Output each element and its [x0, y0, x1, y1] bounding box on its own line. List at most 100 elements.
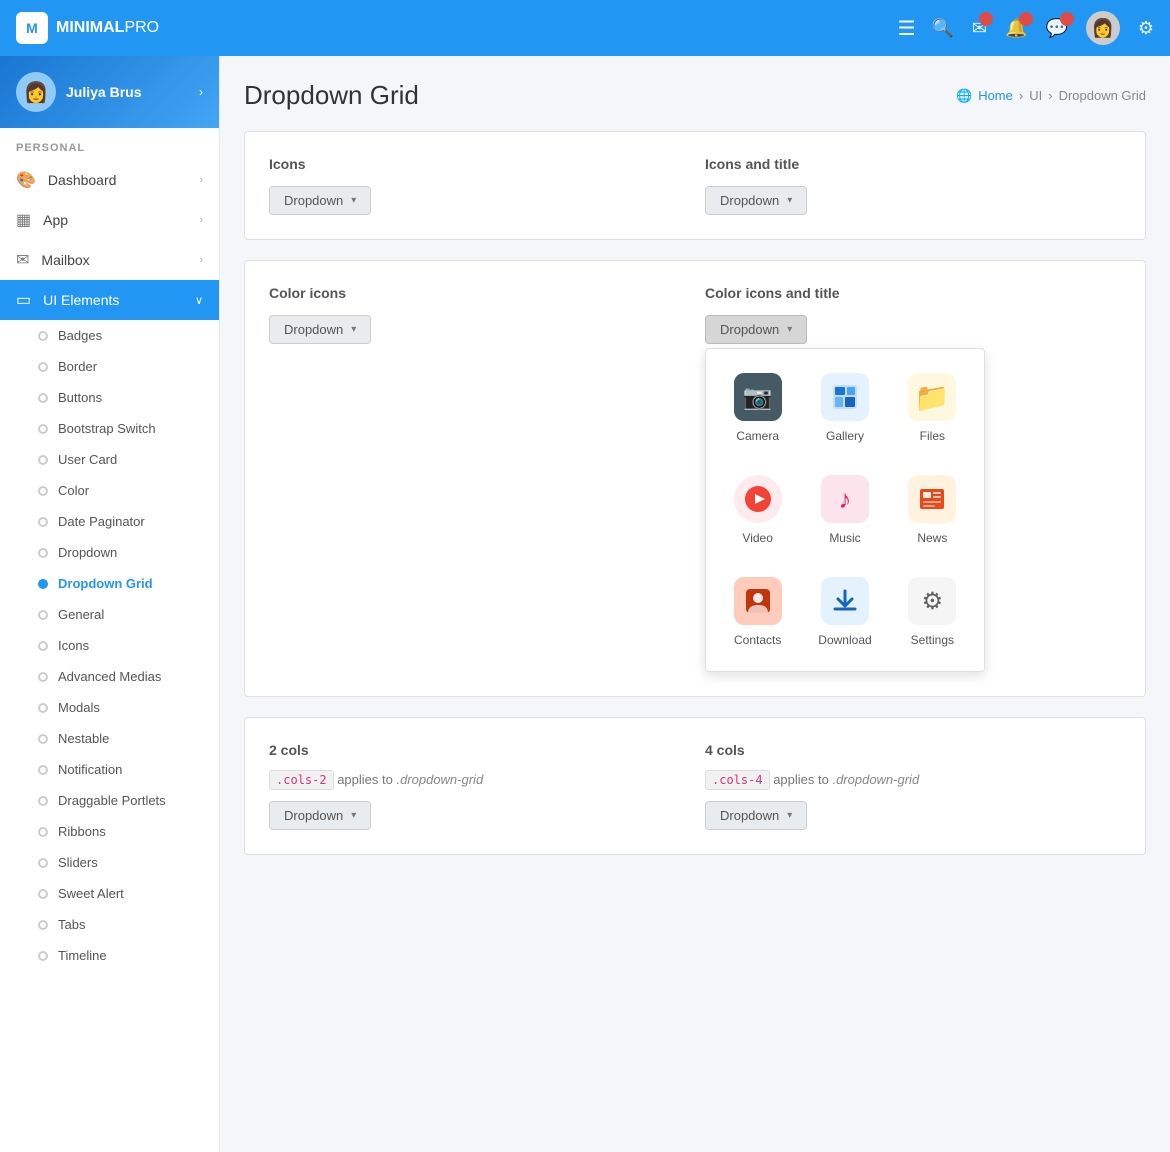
sidebar-subitem-icons[interactable]: Icons — [0, 630, 219, 661]
sidebar-subitem-nestable[interactable]: Nestable — [0, 723, 219, 754]
sidebar-item-ui-elements[interactable]: ▭ UI Elements ∨ — [0, 280, 219, 320]
sidebar: 👩 Juliya Brus › PERSONAL 🎨 Dashboard › ▦… — [0, 56, 220, 1152]
navbar: M MINIMALPRO ☰ 🔍 ✉ 🔔 💬 👩 ⚙ — [0, 0, 1170, 56]
video-icon — [734, 475, 782, 523]
dropdown-color-icons-label: Dropdown — [284, 322, 343, 337]
grid-item-video[interactable]: Video — [718, 463, 797, 557]
ui-elements-icon: ▭ — [16, 290, 31, 310]
dropdown-4cols-button[interactable]: Dropdown ▾ — [705, 801, 807, 830]
subitem-label: Timeline — [58, 948, 107, 963]
sidebar-subitem-sweet-alert[interactable]: Sweet Alert — [0, 878, 219, 909]
search-button[interactable]: 🔍 — [932, 18, 954, 39]
subitem-label: Date Paginator — [58, 514, 145, 529]
sidebar-item-dashboard[interactable]: 🎨 Dashboard › — [0, 160, 219, 200]
grid-item-contacts[interactable]: Contacts — [718, 565, 797, 659]
settings-icon: ⚙ — [908, 577, 956, 625]
sub-dot-icon — [38, 765, 48, 775]
mail-button[interactable]: ✉ — [972, 18, 987, 39]
dropdown-icons-title-button[interactable]: Dropdown ▾ — [705, 186, 807, 215]
chat-button[interactable]: 💬 — [1045, 18, 1067, 39]
sidebar-subitem-buttons[interactable]: Buttons — [0, 382, 219, 413]
subitem-label: Buttons — [58, 390, 102, 405]
sidebar-subitem-color[interactable]: Color — [0, 475, 219, 506]
dropdown-4cols-label: Dropdown — [720, 808, 779, 823]
dashboard-icon: 🎨 — [16, 170, 36, 190]
music-icon: ♪ — [821, 475, 869, 523]
subitem-label: Icons — [58, 638, 89, 653]
sidebar-item-mailbox[interactable]: ✉ Mailbox › — [0, 240, 219, 280]
mail-icon: ✉ — [16, 250, 29, 270]
sidebar-subitem-general[interactable]: General — [0, 599, 219, 630]
bell-badge — [1019, 12, 1033, 26]
dropdown-color-icons-button[interactable]: Dropdown ▾ — [269, 315, 371, 344]
app-icon: ▦ — [16, 210, 31, 230]
subitem-label: Modals — [58, 700, 100, 715]
sidebar-subitem-date-paginator[interactable]: Date Paginator — [0, 506, 219, 537]
grid-item-files[interactable]: 📁 Files — [893, 361, 972, 455]
dropdown-color-icons-title-button[interactable]: Dropdown ▾ — [705, 315, 807, 344]
sidebar-subitem-notification[interactable]: Notification — [0, 754, 219, 785]
sidebar-item-label: UI Elements — [43, 292, 119, 308]
dropdown-2cols-button[interactable]: Dropdown ▾ — [269, 801, 371, 830]
card-row3: 2 cols .cols-2 applies to .dropdown-grid… — [244, 717, 1146, 855]
user-chevron-icon: › — [199, 85, 203, 99]
grid-item-music[interactable]: ♪ Music — [805, 463, 884, 557]
grid-item-gallery-label: Gallery — [826, 429, 864, 443]
sub-dot-icon — [38, 486, 48, 496]
sidebar-subitem-border[interactable]: Border — [0, 351, 219, 382]
user-name: Juliya Brus — [66, 84, 141, 100]
files-icon: 📁 — [908, 373, 956, 421]
sidebar-item-app[interactable]: ▦ App › — [0, 200, 219, 240]
sidebar-subitem-bootstrap-switch[interactable]: Bootstrap Switch — [0, 413, 219, 444]
grid-item-settings-label: Settings — [911, 633, 954, 647]
sidebar-subitem-timeline[interactable]: Timeline — [0, 940, 219, 971]
sidebar-subitem-dropdown-grid[interactable]: Dropdown Grid — [0, 568, 219, 599]
main-content: Dropdown Grid 🌐 Home › UI › Dropdown Gri… — [220, 56, 1170, 1152]
page-title: Dropdown Grid — [244, 80, 419, 111]
sidebar-subitem-tabs[interactable]: Tabs — [0, 909, 219, 940]
section-label: PERSONAL — [0, 128, 219, 160]
camera-icon: 📷 — [734, 373, 782, 421]
hamburger-button[interactable]: ☰ — [898, 16, 916, 41]
sidebar-subitem-user-card[interactable]: User Card — [0, 444, 219, 475]
sidebar-subitem-draggable-portlets[interactable]: Draggable Portlets — [0, 785, 219, 816]
sidebar-subitem-badges[interactable]: Badges — [0, 320, 219, 351]
bell-button[interactable]: 🔔 — [1005, 18, 1027, 39]
dropdown-caret-icon: ▾ — [787, 810, 792, 821]
sidebar-subitem-dropdown[interactable]: Dropdown — [0, 537, 219, 568]
dropdown-color-icons-title-label: Dropdown — [720, 322, 779, 337]
card-row2: Color icons Dropdown ▾ Color icons and t… — [244, 260, 1146, 697]
dropdown-caret-icon: ▾ — [351, 324, 356, 335]
grid-item-settings[interactable]: ⚙ Settings — [893, 565, 972, 659]
subitem-label: Advanced Medias — [58, 669, 161, 684]
subitem-label: Sliders — [58, 855, 98, 870]
sidebar-subitem-sliders[interactable]: Sliders — [0, 847, 219, 878]
2cols-applies-class: .dropdown-grid — [396, 772, 483, 787]
sidebar-subitem-advanced-medias[interactable]: Advanced Medias — [0, 661, 219, 692]
news-icon — [908, 475, 956, 523]
chevron-right-icon: › — [199, 174, 203, 186]
grid-item-download[interactable]: Download — [805, 565, 884, 659]
chevron-right-icon: › — [199, 254, 203, 266]
grid-item-news[interactable]: News — [893, 463, 972, 557]
breadcrumb: 🌐 Home › UI › Dropdown Grid — [956, 88, 1146, 104]
section-icons-title: Icons — [269, 156, 685, 172]
avatar[interactable]: 👩 — [1086, 11, 1120, 45]
subitem-label: Dropdown — [58, 545, 117, 560]
grid-item-contacts-label: Contacts — [734, 633, 781, 647]
sub-dot-icon — [38, 858, 48, 868]
sidebar-subitem-modals[interactable]: Modals — [0, 692, 219, 723]
breadcrumb-home[interactable]: Home — [978, 88, 1013, 103]
sidebar-user[interactable]: 👩 Juliya Brus › — [0, 56, 219, 128]
grid-item-camera-label: Camera — [736, 429, 779, 443]
sidebar-subitem-ribbons[interactable]: Ribbons — [0, 816, 219, 847]
4cols-badge: .cols-4 — [705, 770, 770, 790]
grid-item-files-label: Files — [920, 429, 945, 443]
settings-button[interactable]: ⚙ — [1138, 18, 1154, 39]
grid-item-camera[interactable]: 📷 Camera — [718, 361, 797, 455]
dropdown-icons-button[interactable]: Dropdown ▾ — [269, 186, 371, 215]
grid-item-gallery[interactable]: Gallery — [805, 361, 884, 455]
subitem-label: Sweet Alert — [58, 886, 124, 901]
dropdown-2cols-label: Dropdown — [284, 808, 343, 823]
sub-dot-icon — [38, 610, 48, 620]
